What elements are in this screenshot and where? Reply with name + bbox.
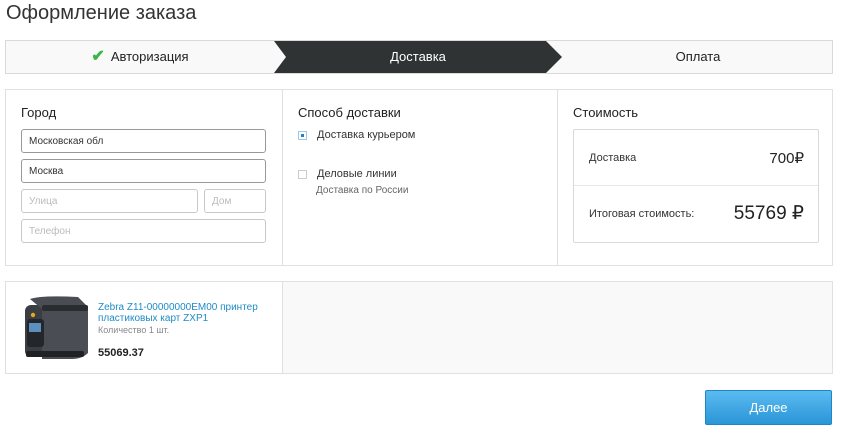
step-payment[interactable]: Оплата xyxy=(562,41,834,73)
delivery-method-column: Способ доставки Доставка курьером Деловы… xyxy=(282,90,557,265)
option-business-lines-label: Деловые линии xyxy=(317,168,397,180)
house-input[interactable] xyxy=(204,189,266,213)
page-title: Оформление заказа xyxy=(6,2,197,24)
cost-title: Стоимость xyxy=(573,105,639,120)
cost-summary: Доставка 700₽ Итоговая стоимость: 55769 … xyxy=(573,129,819,243)
radio-checked-icon[interactable] xyxy=(298,130,307,140)
product-name-link[interactable]: Zebra Z11-00000000EM00 принтер пластиков… xyxy=(98,302,273,324)
option-business-lines[interactable]: Деловые линии xyxy=(298,168,397,180)
printer-image xyxy=(25,296,88,359)
cart-panel: Zebra Z11-00000000EM00 принтер пластиков… xyxy=(5,281,833,374)
delivery-panel: Город Способ доставки Доставка курьером … xyxy=(5,89,833,266)
region-input[interactable] xyxy=(21,129,266,153)
street-input[interactable] xyxy=(21,189,198,213)
total-cost-row: Итоговая стоимость: 55769 ₽ xyxy=(574,186,818,242)
step-delivery[interactable]: Доставка xyxy=(274,41,562,73)
checkmark-icon: ✔ xyxy=(91,48,105,65)
delivery-method-title: Способ доставки xyxy=(298,105,401,120)
option-courier-label: Доставка курьером xyxy=(317,129,416,141)
phone-input[interactable] xyxy=(21,219,266,243)
option-courier[interactable]: Доставка курьером xyxy=(298,129,415,141)
delivery-cost-value: 700₽ xyxy=(769,150,804,167)
cost-column: Стоимость Доставка 700₽ Итоговая стоимос… xyxy=(557,90,832,265)
total-cost-value: 55769 ₽ xyxy=(733,203,804,224)
product-quantity: Количество 1 шт. xyxy=(98,325,170,335)
city-column: Город xyxy=(6,90,282,265)
delivery-cost-label: Доставка xyxy=(589,152,637,164)
cart-item: Zebra Z11-00000000EM00 принтер пластиков… xyxy=(6,282,283,373)
city-title: Город xyxy=(21,105,57,120)
next-button[interactable]: Далее xyxy=(705,390,832,425)
step-auth-label: Авторизация xyxy=(110,49,189,64)
step-auth[interactable]: ✔ Авторизация xyxy=(6,41,274,73)
delivery-cost-row: Доставка 700₽ xyxy=(574,130,818,186)
city-input[interactable] xyxy=(21,159,266,183)
option-business-lines-sub: Доставка по России xyxy=(316,185,409,196)
checkout-steps: ✔ Авторизация Доставка Оплата xyxy=(5,40,833,74)
product-price: 55069.37 xyxy=(98,347,144,359)
total-cost-label: Итоговая стоимость: xyxy=(589,208,695,220)
radio-unchecked-icon[interactable] xyxy=(298,169,307,179)
